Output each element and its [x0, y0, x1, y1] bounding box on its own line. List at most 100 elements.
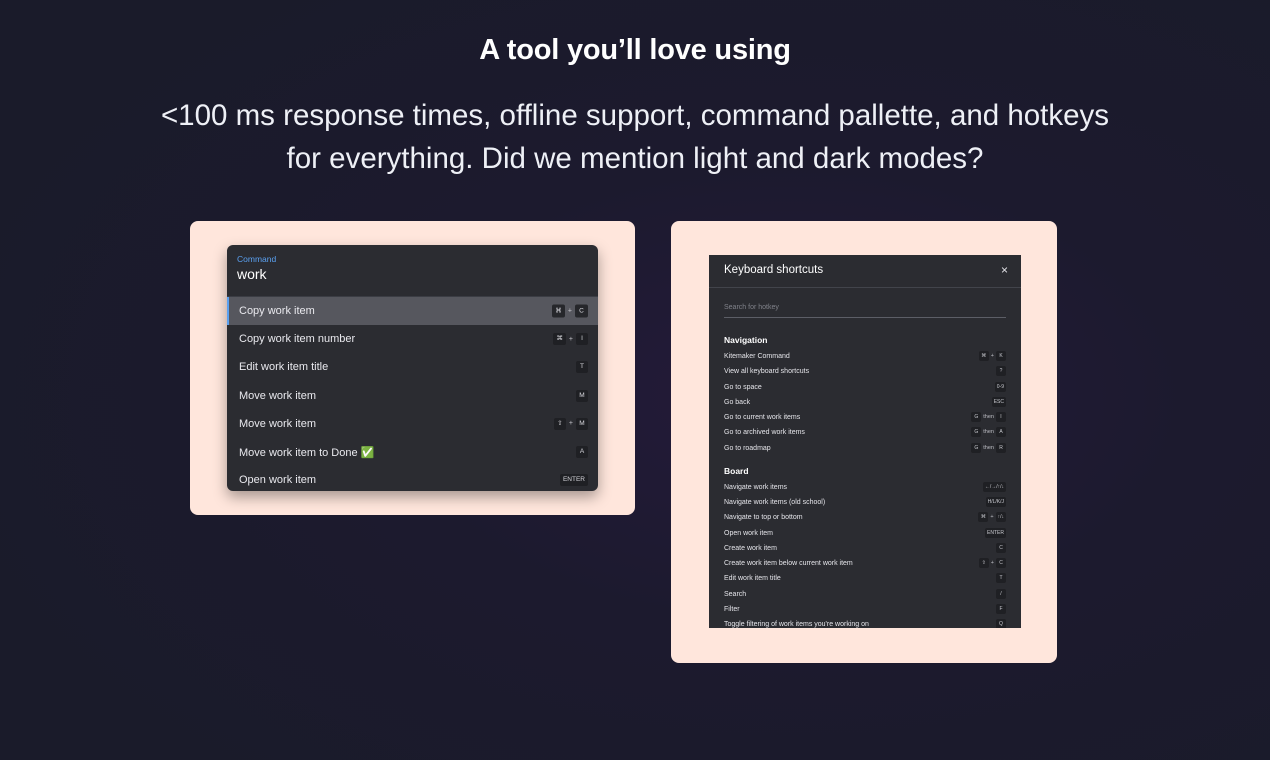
command-item[interactable]: Copy work item ⌘ + C — [227, 297, 598, 326]
key-cap: ESC — [991, 396, 1006, 407]
shortcut-label: Go to archived work items — [724, 429, 805, 437]
shortcut-keys: F — [996, 603, 1006, 614]
shortcut-label: Navigate work items — [724, 483, 788, 491]
key-cap: R — [996, 442, 1006, 453]
hero-subheading: <100 ms response times, offline support,… — [160, 99, 1110, 175]
command-item-label: Move work item — [239, 389, 317, 402]
key-cap: ↑/↓ — [995, 512, 1006, 523]
key-cap: ←/→/↑/↓ — [982, 481, 1006, 492]
shortcut-keys: ⌘ + C — [551, 304, 588, 318]
key-cap: C — [996, 558, 1006, 568]
shortcut-keys: ENTER — [559, 474, 588, 487]
key-cap: Q — [996, 619, 1006, 628]
shortcut-label: Navigate work items (old school) — [724, 499, 826, 506]
key-separator: then — [983, 444, 994, 451]
key-separator: + — [990, 353, 994, 359]
key-cap: I — [576, 333, 588, 346]
shortcut-row: Go back ESC — [724, 395, 1006, 410]
command-item[interactable]: Move work item ⇧ + M — [227, 410, 598, 438]
command-palette: Command work Copy work item ⌘ + C Copy work … — [227, 245, 598, 491]
divider — [709, 287, 1021, 288]
shortcut-keys: H/L/K/J — [985, 497, 1006, 507]
shortcut-label: Kitemaker Command — [724, 353, 790, 360]
hero-heading: A tool you’ll love using — [479, 34, 791, 66]
shortcut-keys: 0-9 — [994, 381, 1006, 392]
shortcut-keys: T — [576, 361, 588, 374]
shortcut-keys: ? — [996, 366, 1006, 377]
key-cap: C — [575, 304, 588, 318]
shortcut-row: Navigate to top or bottom ⌘ + ↑/↓ — [724, 510, 1006, 525]
key-cap: A — [996, 427, 1006, 438]
command-item-label: Copy work item — [239, 305, 315, 318]
key-separator: then — [983, 429, 994, 436]
key-cap: M — [576, 389, 588, 402]
command-item[interactable]: Move work item M — [227, 382, 598, 410]
key-cap: / — [996, 588, 1006, 599]
keyboard-shortcuts-card: Keyboard shortcuts × Search for hotkey N… — [671, 221, 1057, 663]
shortcut-keys: ENTER — [985, 527, 1006, 538]
command-item[interactable]: Copy work item number ⌘ + I — [227, 325, 598, 353]
key-plus: + — [568, 420, 573, 428]
shortcut-row: Go to archived work items Gthen A — [724, 425, 1006, 440]
shortcut-label: Go to roadmap — [724, 444, 771, 452]
command-item[interactable]: Move work item to Done ✅ A — [227, 438, 598, 466]
shortcut-keys: Q — [996, 619, 1006, 628]
shortcut-label: Go back — [724, 398, 751, 406]
shortcut-label: View all keyboard shortcuts — [724, 368, 810, 376]
key-cap: ⌘ — [551, 304, 565, 318]
key-separator: + — [990, 560, 994, 566]
shortcut-keys: ⌘ + K — [978, 351, 1006, 361]
shortcut-keys: Gthen I — [971, 412, 1006, 422]
shortcut-row: Kitemaker Command ⌘ + K — [724, 349, 1006, 364]
close-icon[interactable]: × — [1001, 263, 1008, 277]
key-cap: G — [971, 442, 982, 453]
command-item[interactable]: Edit work item title T — [227, 353, 598, 381]
shortcut-label: Go to current work items — [724, 414, 801, 421]
hotkey-search-input[interactable]: Search for hotkey — [724, 304, 1006, 318]
shortcut-label: Toggle filtering of work items you're wo… — [724, 621, 869, 628]
shortcut-label: Search — [724, 590, 747, 598]
command-item-label: Move work item to Done ✅ — [239, 446, 375, 459]
command-palette-card: Command work Copy work item ⌘ + C Copy work … — [190, 221, 635, 515]
shortcut-keys: ⇧ + M — [553, 417, 588, 430]
key-cap: ⌘ — [978, 512, 989, 523]
shortcut-row: Search / — [724, 587, 1006, 602]
shortcut-label: Edit work item title — [724, 575, 781, 583]
key-cap: G — [971, 412, 982, 422]
key-cap: ⌘ — [978, 351, 989, 361]
key-cap: ENTER — [559, 474, 588, 487]
shortcut-row: Go to roadmap Gthen R — [724, 441, 1006, 456]
key-cap: ⇧ — [978, 558, 989, 568]
key-cap: ⇧ — [553, 417, 566, 430]
shortcut-label: Filter — [724, 605, 740, 613]
modal-title: Keyboard shortcuts — [724, 264, 824, 276]
shortcut-row: Go to current work items Gthen I — [724, 410, 1006, 425]
shortcut-label: Create work item below current work item — [724, 560, 853, 567]
key-cap: M — [576, 417, 588, 430]
command-palette-query[interactable]: work — [237, 266, 267, 282]
shortcut-section-title: Navigation — [724, 335, 768, 345]
key-cap: T — [576, 361, 588, 374]
shortcut-keys: M — [576, 389, 588, 402]
key-plus: + — [567, 307, 572, 315]
keyboard-shortcuts-modal: Keyboard shortcuts × Search for hotkey N… — [709, 255, 1021, 628]
key-cap: G — [971, 427, 982, 438]
shortcut-keys: ESC — [991, 396, 1006, 407]
command-item[interactable]: Open work item ENTER — [227, 466, 598, 491]
shortcut-row: Navigate work items ←/→/↑/↓ — [724, 480, 1006, 495]
shortcut-row: Toggle filtering of work items you're wo… — [724, 617, 1006, 628]
command-palette-label: Command — [237, 254, 277, 264]
key-cap: A — [576, 446, 588, 459]
shortcut-row: Edit work item title T — [724, 571, 1006, 586]
key-separator: + — [990, 514, 994, 521]
shortcut-label: Open work item — [724, 529, 774, 537]
shortcut-keys: ←/→/↑/↓ — [982, 481, 1006, 492]
shortcut-row: Navigate work items (old school) H/L/K/J — [724, 495, 1006, 510]
shortcut-keys: ⌘ + I — [553, 333, 588, 346]
key-separator: then — [983, 414, 994, 420]
shortcut-label: Navigate to top or bottom — [724, 514, 803, 522]
command-item-label: Copy work item number — [239, 333, 356, 346]
shortcut-section-title: Board — [724, 465, 749, 476]
shortcut-row: Filter F — [724, 602, 1006, 617]
key-cap: C — [996, 542, 1006, 553]
